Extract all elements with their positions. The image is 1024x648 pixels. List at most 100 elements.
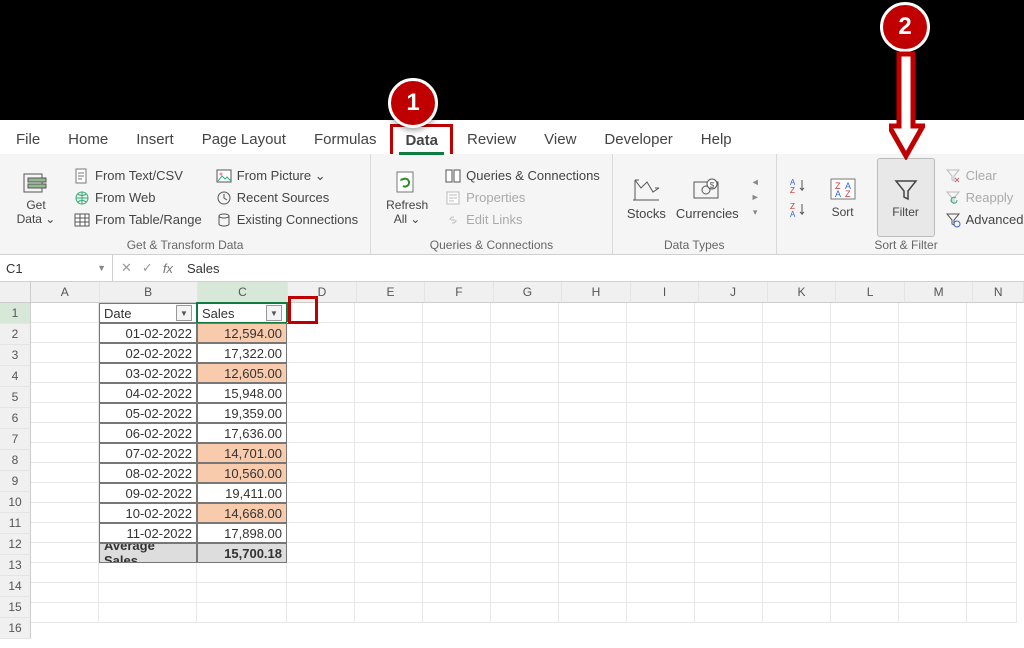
cell-M[interactable] [899, 323, 967, 343]
cell-H[interactable] [559, 303, 627, 323]
cell-F[interactable] [423, 303, 491, 323]
cell-N[interactable] [967, 343, 1017, 363]
cell-M[interactable] [899, 503, 967, 523]
tab-home[interactable]: Home [54, 124, 122, 155]
column-header-M[interactable]: M [905, 282, 974, 303]
cell-K[interactable] [763, 363, 831, 383]
fx-icon[interactable]: fx [163, 261, 173, 276]
cell-C[interactable] [197, 563, 287, 583]
cell-H[interactable] [559, 543, 627, 563]
cell-J[interactable] [695, 563, 763, 583]
cell-sales-8[interactable]: 14,701.00 [197, 443, 287, 463]
cell-A[interactable] [31, 463, 99, 483]
cell-A[interactable] [31, 303, 99, 323]
cell-J[interactable] [695, 603, 763, 623]
cell-I[interactable] [627, 303, 695, 323]
cell-E[interactable] [355, 403, 423, 423]
cell-I[interactable] [627, 363, 695, 383]
cell-K[interactable] [763, 523, 831, 543]
cell-H[interactable] [559, 523, 627, 543]
cell-J[interactable] [695, 443, 763, 463]
column-header-K[interactable]: K [768, 282, 837, 303]
cell-N[interactable] [967, 583, 1017, 603]
cell-M[interactable] [899, 523, 967, 543]
cell-A[interactable] [31, 443, 99, 463]
cell-E[interactable] [355, 483, 423, 503]
confirm-formula-icon[interactable]: ✓ [142, 260, 153, 276]
cell-M[interactable] [899, 423, 967, 443]
datatypes-nav[interactable]: ◄►▾ [749, 175, 762, 220]
cell-J[interactable] [695, 303, 763, 323]
row-header-10[interactable]: 10 [0, 492, 31, 513]
cell-F[interactable] [423, 463, 491, 483]
cell-date-7[interactable]: 06-02-2022 [99, 423, 197, 443]
cell-D[interactable] [287, 583, 355, 603]
cell-I[interactable] [627, 423, 695, 443]
cell-D[interactable] [287, 323, 355, 343]
row-header-5[interactable]: 5 [0, 387, 31, 408]
cell-B[interactable] [99, 563, 197, 583]
cell-K[interactable] [763, 303, 831, 323]
cell-N[interactable] [967, 563, 1017, 583]
cell-L[interactable] [831, 423, 899, 443]
cell-K[interactable] [763, 323, 831, 343]
tab-page-layout[interactable]: Page Layout [188, 124, 300, 155]
cell-I[interactable] [627, 443, 695, 463]
cell-M[interactable] [899, 343, 967, 363]
cell-G[interactable] [491, 503, 559, 523]
cell-N[interactable] [967, 363, 1017, 383]
cell-sales-5[interactable]: 15,948.00 [197, 383, 287, 403]
cell-G[interactable] [491, 363, 559, 383]
cell-G[interactable] [491, 603, 559, 623]
column-header-B[interactable]: B [100, 282, 198, 303]
cell-M[interactable] [899, 403, 967, 423]
datatype-currencies[interactable]: $ Currencies [676, 174, 739, 221]
cell-F[interactable] [423, 503, 491, 523]
cell-H[interactable] [559, 583, 627, 603]
column-header-F[interactable]: F [425, 282, 494, 303]
cell-H[interactable] [559, 563, 627, 583]
cell-A[interactable] [31, 563, 99, 583]
row-header-4[interactable]: 4 [0, 366, 31, 387]
cell-I[interactable] [627, 543, 695, 563]
cell-I[interactable] [627, 483, 695, 503]
cell-I[interactable] [627, 403, 695, 423]
cell-F[interactable] [423, 383, 491, 403]
header-date[interactable]: Date▼ [99, 303, 197, 323]
cell-I[interactable] [627, 323, 695, 343]
row-header-7[interactable]: 7 [0, 429, 31, 450]
cell-K[interactable] [763, 483, 831, 503]
cell-J[interactable] [695, 543, 763, 563]
cell-I[interactable] [627, 343, 695, 363]
cell-J[interactable] [695, 383, 763, 403]
column-header-G[interactable]: G [494, 282, 563, 303]
cell-N[interactable] [967, 403, 1017, 423]
cell-I[interactable] [627, 583, 695, 603]
cell-F[interactable] [423, 443, 491, 463]
cell-F[interactable] [423, 603, 491, 623]
properties-button[interactable]: Properties [441, 188, 604, 208]
cell-K[interactable] [763, 403, 831, 423]
from-picture-button[interactable]: From Picture ⌄ [212, 166, 362, 186]
cell-K[interactable] [763, 443, 831, 463]
cell-N[interactable] [967, 603, 1017, 623]
row-header-3[interactable]: 3 [0, 345, 31, 366]
filter-dropdown-date[interactable]: ▼ [176, 305, 192, 321]
tab-file[interactable]: File [2, 124, 54, 155]
cell-K[interactable] [763, 603, 831, 623]
row-header-12[interactable]: 12 [0, 534, 31, 555]
existing-connections-button[interactable]: Existing Connections [212, 210, 362, 230]
cell-J[interactable] [695, 323, 763, 343]
cell-J[interactable] [695, 483, 763, 503]
cell-date-4[interactable]: 03-02-2022 [99, 363, 197, 383]
tab-review[interactable]: Review [453, 124, 530, 155]
cell-K[interactable] [763, 583, 831, 603]
cell-N[interactable] [967, 503, 1017, 523]
cell-D[interactable] [287, 603, 355, 623]
cell-D[interactable] [287, 563, 355, 583]
cell-F[interactable] [423, 583, 491, 603]
name-box[interactable]: C1▼ [0, 255, 113, 281]
cell-sales-3[interactable]: 17,322.00 [197, 343, 287, 363]
cell-B[interactable] [99, 583, 197, 603]
cell-sales-4[interactable]: 12,605.00 [197, 363, 287, 383]
